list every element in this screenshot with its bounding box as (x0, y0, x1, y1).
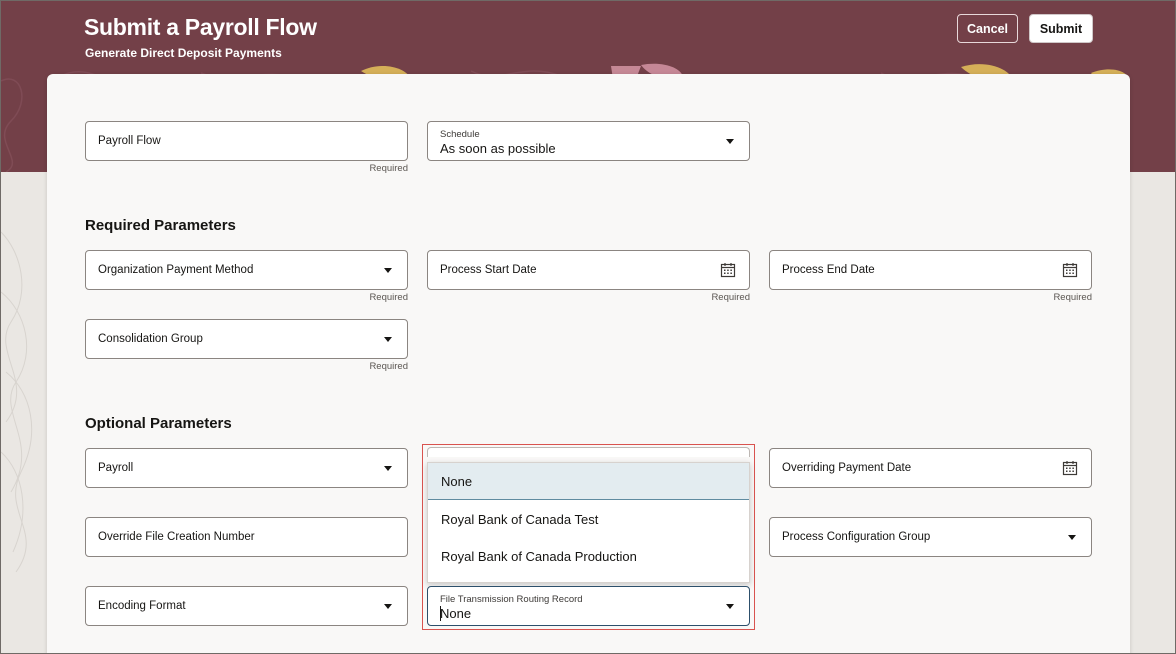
option-royal-bank-of-canada-test[interactable]: Royal Bank of Canada Test (428, 501, 749, 538)
schedule-label: Schedule (440, 129, 480, 140)
process-end-date-label: Process End Date (782, 264, 875, 276)
process-start-date-field[interactable]: Process Start Date (427, 250, 750, 290)
process-configuration-group-label: Process Configuration Group (782, 531, 931, 543)
organization-payment-method-required: Required (369, 292, 408, 303)
organization-payment-method-label: Organization Payment Method (98, 264, 254, 276)
chevron-down-icon[interactable] (726, 139, 734, 144)
payroll-flow-field[interactable]: Payroll Flow (85, 121, 408, 161)
submit-button[interactable]: Submit (1029, 14, 1093, 43)
encoding-format-select[interactable]: Encoding Format (85, 586, 408, 626)
encoding-format-label: Encoding Format (98, 600, 186, 612)
consolidation-group-required: Required (369, 361, 408, 372)
calendar-icon[interactable] (1062, 460, 1078, 476)
calendar-icon[interactable] (720, 262, 736, 278)
option-none[interactable]: None (428, 463, 749, 500)
background-decorative-pattern (1, 231, 33, 573)
chevron-down-icon[interactable] (384, 604, 392, 609)
overriding-payment-date-label: Overriding Payment Date (782, 462, 912, 474)
text-cursor (440, 606, 441, 621)
consolidation-group-select[interactable]: Consolidation Group (85, 319, 408, 359)
payroll-flow-required: Required (369, 163, 408, 174)
required-parameters-heading: Required Parameters (85, 217, 236, 234)
app-window: Submit a Payroll Flow Generate Direct De… (0, 0, 1176, 654)
calendar-icon[interactable] (1062, 262, 1078, 278)
overriding-payment-date-field[interactable]: Overriding Payment Date (769, 448, 1092, 488)
payroll-label: Payroll (98, 462, 134, 474)
cancel-button[interactable]: Cancel (957, 14, 1018, 43)
file-transmission-routing-record-select[interactable]: File Transmission Routing Record None (427, 586, 750, 626)
process-configuration-group-select[interactable]: Process Configuration Group (769, 517, 1092, 557)
schedule-select[interactable]: Schedule As soon as possible (427, 121, 750, 161)
chevron-down-icon[interactable] (384, 268, 392, 273)
process-end-date-field[interactable]: Process End Date (769, 250, 1092, 290)
field-above-dropdown[interactable] (427, 447, 750, 457)
consolidation-group-label: Consolidation Group (98, 333, 203, 345)
override-file-creation-number-field[interactable]: Override File Creation Number (85, 517, 408, 557)
process-end-date-required: Required (1053, 292, 1092, 303)
chevron-down-icon[interactable] (726, 604, 734, 609)
page-subtitle: Generate Direct Deposit Payments (85, 46, 282, 60)
schedule-value: As soon as possible (440, 141, 556, 156)
optional-parameters-heading: Optional Parameters (85, 415, 232, 432)
override-file-creation-number-label: Override File Creation Number (98, 531, 255, 543)
chevron-down-icon[interactable] (384, 337, 392, 342)
page-title: Submit a Payroll Flow (84, 14, 317, 40)
file-transmission-routing-record-value[interactable]: None (440, 606, 471, 621)
payroll-flow-label: Payroll Flow (98, 135, 161, 147)
routing-record-options-list[interactable]: None Royal Bank of Canada Test Royal Ban… (427, 462, 750, 583)
file-transmission-routing-record-label: File Transmission Routing Record (440, 594, 583, 605)
option-royal-bank-of-canada-production[interactable]: Royal Bank of Canada Production (428, 538, 749, 575)
process-start-date-label: Process Start Date (440, 264, 537, 276)
chevron-down-icon[interactable] (384, 466, 392, 471)
organization-payment-method-select[interactable]: Organization Payment Method (85, 250, 408, 290)
chevron-down-icon[interactable] (1068, 535, 1076, 540)
process-start-date-required: Required (711, 292, 750, 303)
payroll-select[interactable]: Payroll (85, 448, 408, 488)
